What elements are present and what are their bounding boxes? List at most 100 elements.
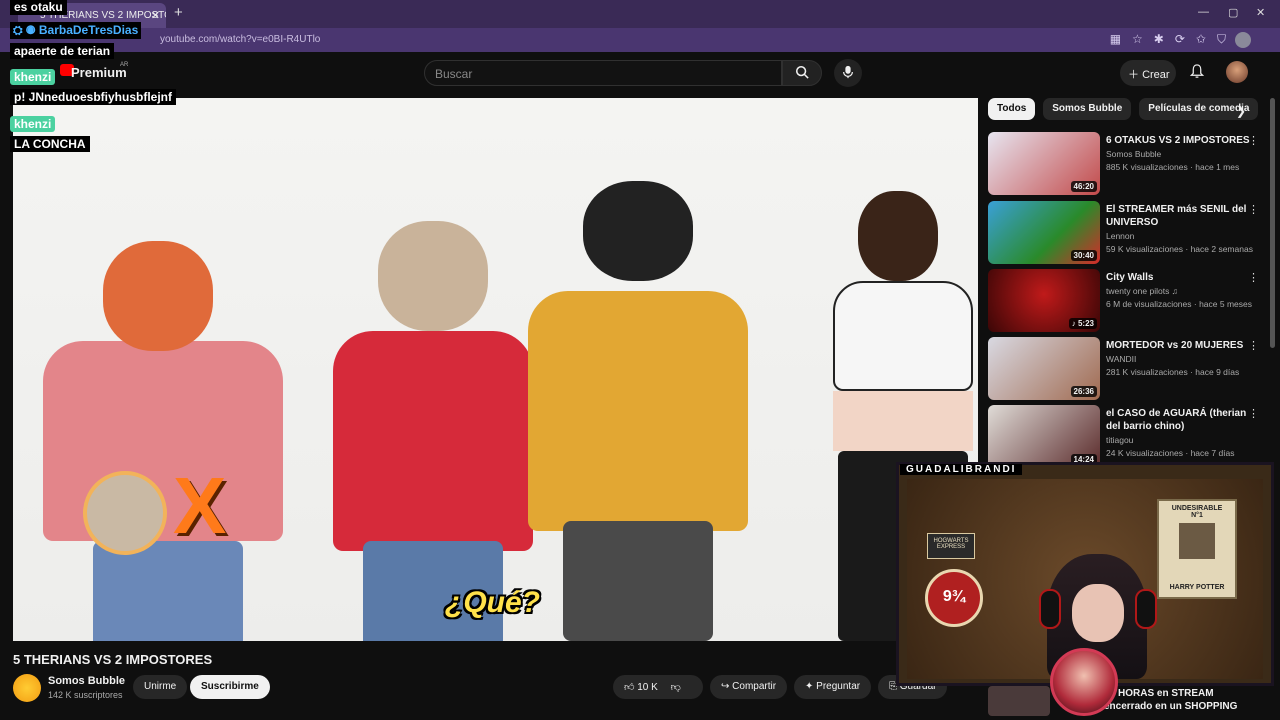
chip-somos-bubble[interactable]: Somos Bubble [1043,98,1132,120]
window-close-icon[interactable]: ✕ [1256,6,1265,19]
recommendation-channel[interactable]: WANDII [1106,354,1136,364]
recommendation-item[interactable]: 30:40 El STREAMER más SENIL del UNIVERSO… [988,201,1268,265]
video-player[interactable]: X ¿Qué? [13,98,978,641]
tab-close-icon[interactable]: ✕ [151,9,160,22]
create-button[interactable]: ＋ Crear [1120,60,1176,86]
recommendation-meta: 6 M de visualizaciones · hace 5 meses [1106,299,1252,309]
share-icon: ↪ [721,681,733,692]
chat-username: ⛭ ◉ BarbaDeTresDias [10,22,142,39]
create-label: Crear [1142,69,1170,81]
region-code: AR [120,62,129,68]
chat-username: khenzi [10,69,56,85]
streamer-avatar [1050,648,1118,716]
sparkle-icon: ✦ [805,681,817,692]
video-duration: 30:40 [1070,250,1097,261]
share-button[interactable]: ↪ Compartir [710,675,788,699]
subscribe-button[interactable]: Suscribirme [190,675,270,699]
extensions-icon[interactable]: ✱ [1154,32,1164,47]
microphone-icon [843,65,853,79]
new-tab-button[interactable]: + [174,4,183,21]
recommendation-thumbnail[interactable]: 26:36 [988,337,1100,400]
recommendation-channel[interactable]: Somos Bubble [1106,149,1161,159]
recommendation-channel[interactable]: Lennon [1106,231,1134,241]
bookmark-star-icon[interactable]: ☆ [1132,32,1143,47]
account-avatar[interactable] [1226,61,1248,83]
minimize-icon[interactable]: — [1198,6,1209,18]
dislike-icon[interactable]: 👎︎ [671,682,681,693]
more-options-icon[interactable]: ⋮ [1248,339,1259,352]
search-input[interactable]: Buscar [424,60,782,86]
premium-logo-text[interactable]: Premium [71,65,127,80]
more-options-icon[interactable]: ⋮ [1248,203,1259,216]
recommendation-thumbnail[interactable]: ♪ 5:23 [988,269,1100,332]
recommendation-title[interactable]: encerrado en un SHOPPING [1104,701,1237,712]
maximize-icon[interactable]: ▢ [1228,6,1238,19]
ask-button[interactable]: ✦ Preguntar [794,675,872,699]
recommendation-title[interactable]: el CASO de AGUARÁ (therian del barrio ch… [1106,407,1251,433]
streamer-name-label: GUADALIBRANDI [900,464,1023,475]
recommendation-thumbnail[interactable] [988,686,1050,716]
recommendation-item[interactable]: ♪ 5:23 City Walls twenty one pilots ♫ 6 … [988,269,1268,333]
recommendation-channel[interactable]: twenty one pilots ♫ [1106,286,1178,296]
platform-sign: 9¾ [925,569,983,627]
recommendation-title[interactable]: City Walls [1106,271,1251,284]
recommendation-channel[interactable]: titiagou [1106,435,1133,445]
recommendation-thumbnail[interactable]: 46:20 [988,132,1100,195]
chat-message: p! JNneduoesbfiyhusbflejnf [10,89,177,105]
recommendation-title[interactable]: MORTEDOR vs 20 MUJERES [1106,339,1251,352]
eliminated-badge [83,471,167,555]
browser-profile-avatar[interactable] [1235,32,1251,48]
more-options-icon[interactable]: ⋮ [1248,134,1259,147]
chat-username: khenzi [10,116,56,132]
voice-search-button[interactable] [834,59,862,87]
chat-message: apaerte de terian [10,43,115,59]
more-options-icon[interactable]: ⋮ [1248,271,1259,284]
browser-tab-bar: 5 THERIANS VS 2 IMPOSTORES ✕ + — ▢ ✕ [0,0,1280,28]
recommendation-item[interactable]: 26:36 MORTEDOR vs 20 MUJERES WANDII 281 … [988,337,1268,401]
screen: 5 THERIANS VS 2 IMPOSTORES ✕ + — ▢ ✕ you… [0,0,1280,720]
video-person-2 [333,221,533,641]
like-icon[interactable]: 👍︎ [624,682,634,693]
shield-icon[interactable]: ⛉ [1217,32,1226,47]
recommendation-item[interactable]: 14:24 el CASO de AGUARÁ (therian del bar… [988,405,1268,469]
recommendation-item[interactable]: 46:20 6 OTAKUS VS 2 IMPOSTORES Somos Bub… [988,132,1268,196]
video-duration: 46:20 [1070,181,1097,192]
tab-grid-icon[interactable]: ▦ [1110,32,1121,47]
hogwarts-sign: HOGWARTS EXPRESS [927,533,975,559]
recommendation-title[interactable]: HORAS en STREAM [1118,688,1214,699]
plus-icon: ＋ [1128,69,1139,81]
search-icon [795,65,809,79]
join-button[interactable]: Unirme [133,675,188,699]
recommendation-meta: 885 K visualizaciones · hace 1 mes [1106,162,1240,172]
chips-next-icon[interactable]: ❯ [1236,104,1246,118]
channel-name[interactable]: Somos Bubble [48,675,125,687]
recommendation-thumbnail[interactable]: 30:40 [988,201,1100,264]
favorites-icon[interactable]: ✩ [1196,32,1206,47]
recommendation-meta: 59 K visualizaciones · hace 2 semanas [1106,244,1253,254]
recommendation-title[interactable]: 6 OTAKUS VS 2 IMPOSTORES [1106,134,1251,147]
filter-chips: Todos Somos Bubble Películas de comedia [988,98,1259,120]
sidebar-scrollbar[interactable] [1270,98,1275,348]
url-field[interactable]: youtube.com/watch?v=e0BI-R4UTlo [160,34,320,45]
video-person-3 [528,181,748,641]
eliminated-x: X [173,461,227,550]
like-count[interactable]: 10 K [637,682,658,693]
video-duration: ♪ 5:23 [1068,318,1097,329]
chat-badges-icon: ⛭ ◉ [13,23,39,37]
search-button[interactable] [782,60,822,86]
browser-toolbar-icons: ▦ ☆ ✱ ⟳ ✩ ⛉ [1110,32,1226,47]
channel-subscribers: 142 K suscriptores [48,690,123,700]
channel-avatar[interactable] [13,674,41,702]
more-options-icon[interactable]: ⋮ [1248,407,1259,420]
notifications-bell-icon[interactable] [1189,64,1205,82]
chip-todos[interactable]: Todos [988,98,1036,120]
video-caption: ¿Qué? [445,586,540,619]
recommendation-thumbnail[interactable]: 14:24 [988,405,1100,468]
like-dislike-group: 👍︎ 10 K 👎︎ [613,675,703,699]
verified-icon: ♫ [1171,286,1179,296]
recommendation-title[interactable]: El STREAMER más SENIL del UNIVERSO [1106,203,1251,229]
youtube-header: Premium AR Buscar ＋ Crear [0,52,1280,98]
sync-icon[interactable]: ⟳ [1175,32,1185,47]
headset-icon [1135,589,1157,629]
chat-message: LA CONCHA [10,136,90,152]
